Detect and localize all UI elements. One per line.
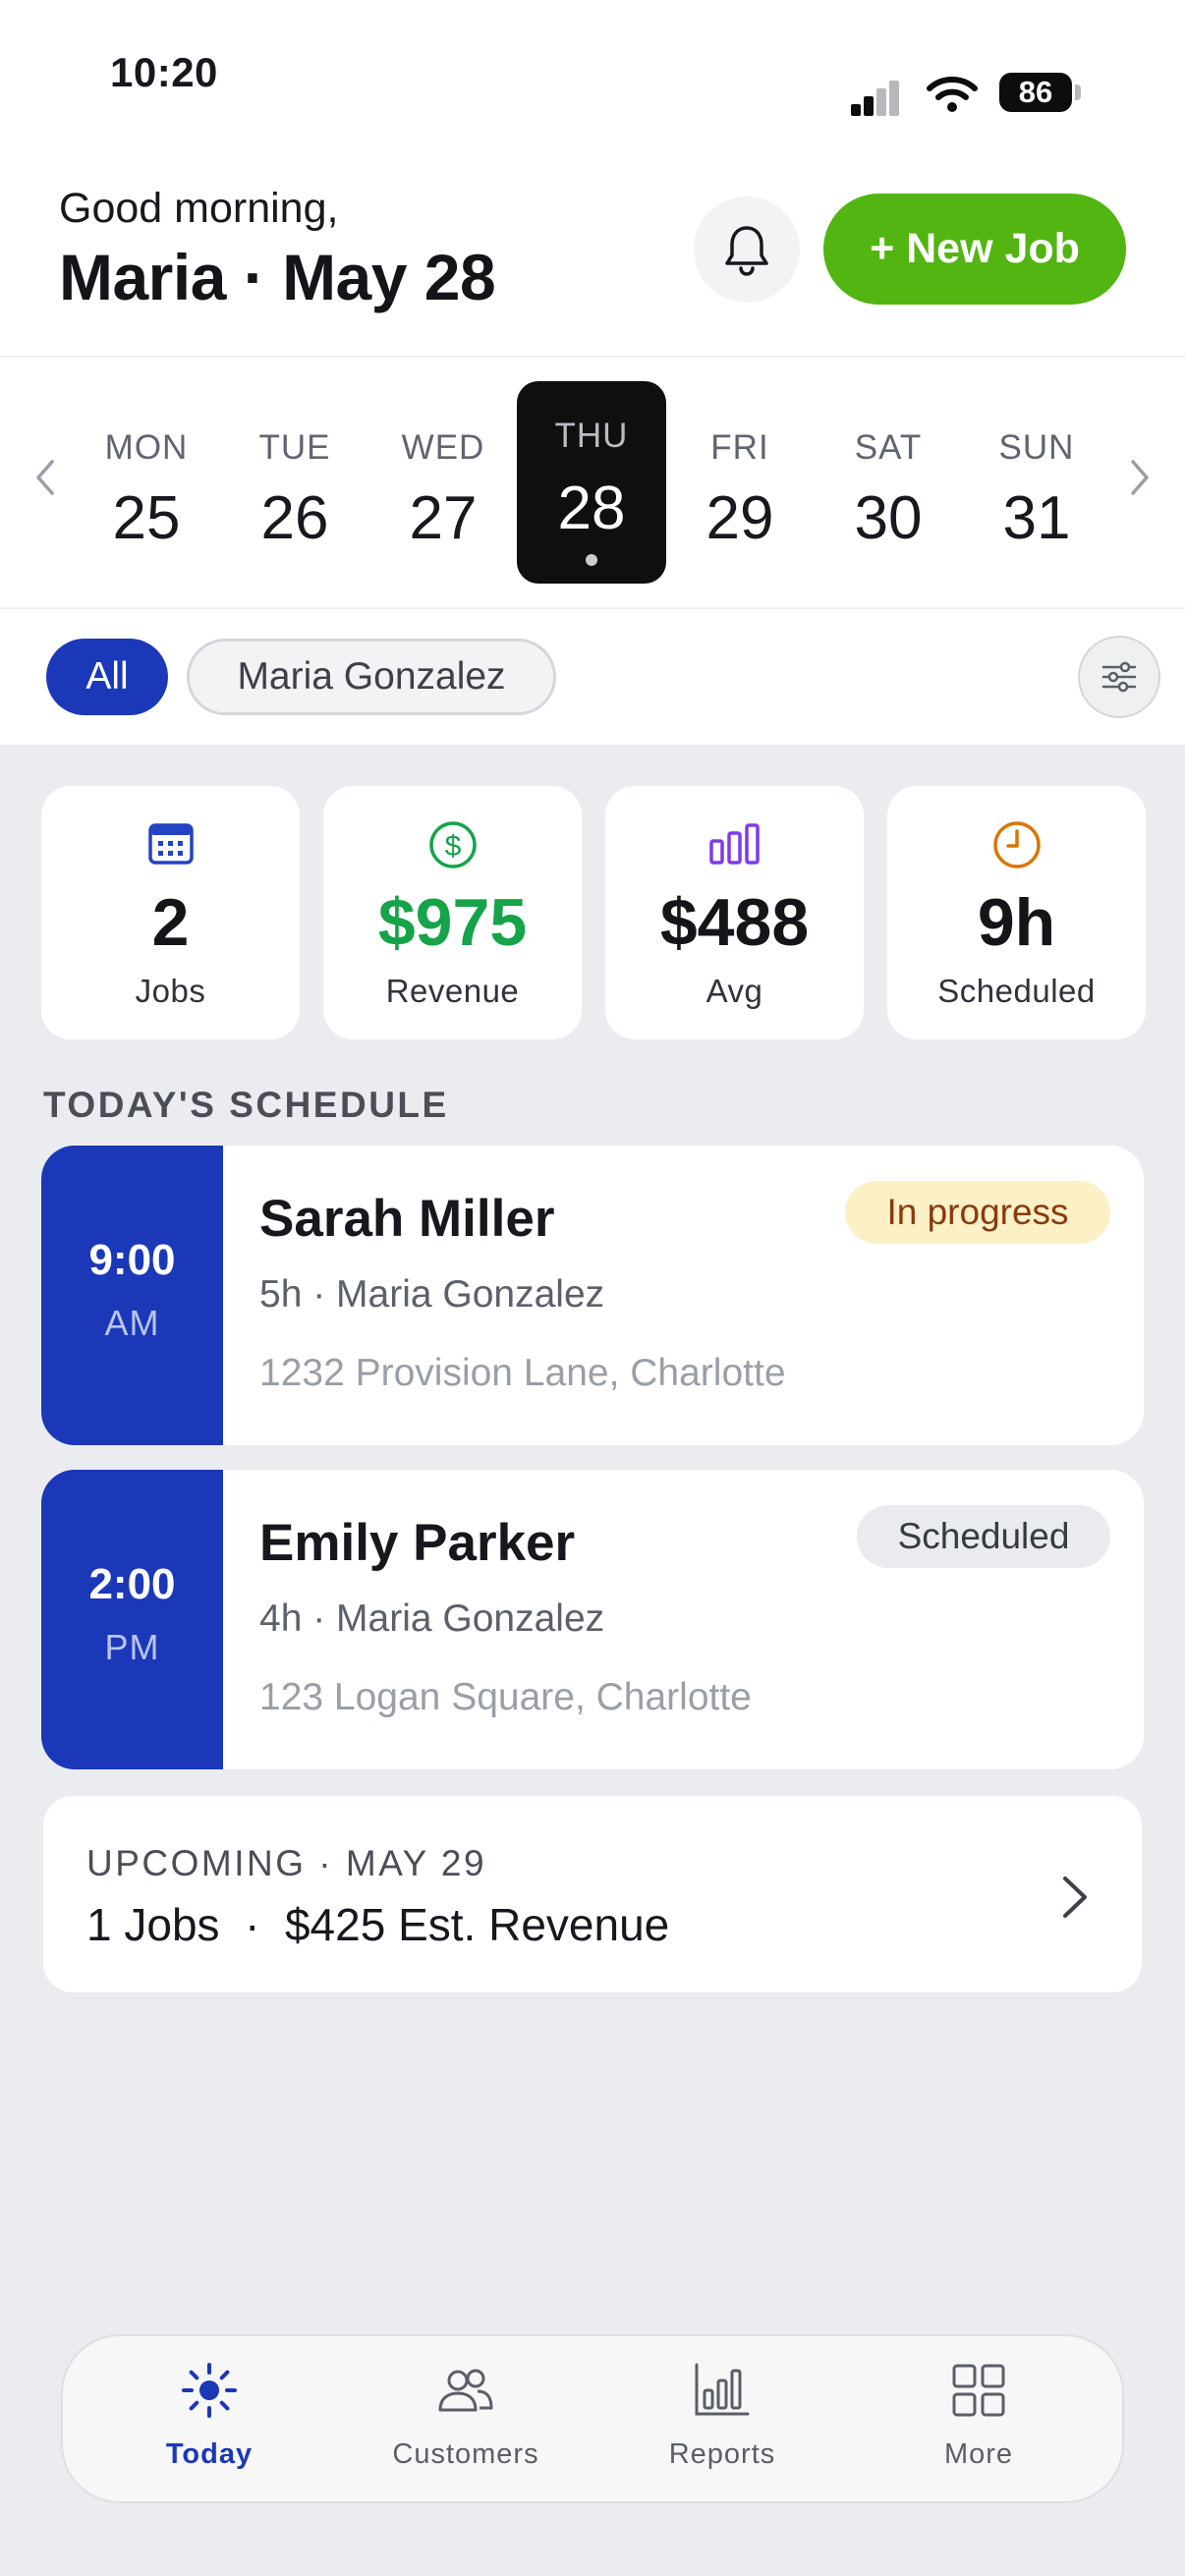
tab-more[interactable]: More: [866, 2336, 1092, 2501]
job-time: 9:00: [88, 1236, 176, 1284]
job-customer-name: Emily Parker: [259, 1514, 576, 1572]
job-address: 1232 Provision Lane, Charlotte: [259, 1352, 786, 1394]
filter-settings-button[interactable]: [1078, 636, 1160, 718]
day-sun[interactable]: SUN 31: [962, 381, 1111, 584]
status-badge: Scheduled: [857, 1505, 1110, 1568]
signal-icon: [847, 73, 899, 116]
chevron-right-icon: [1063, 1876, 1087, 1918]
day-label: FRI: [710, 428, 769, 467]
clock-icon: [992, 821, 1041, 868]
sun-icon: [182, 2363, 237, 2418]
day-number: 25: [112, 484, 181, 552]
stat-value: $975: [377, 885, 528, 960]
stat-label: Revenue: [385, 973, 520, 1009]
stat-value: 2: [151, 885, 190, 960]
bar-chart-icon: [708, 823, 760, 865]
job-ampm: PM: [104, 1627, 160, 1667]
page-title: Maria · May 28: [59, 241, 496, 313]
stat-label: Avg: [705, 973, 763, 1009]
new-job-button[interactable]: + New Job: [823, 194, 1126, 305]
stat-card-scheduled[interactable]: 9h Scheduled: [887, 786, 1146, 1039]
day-label: SUN: [998, 428, 1075, 467]
bar-chart-icon: [695, 2363, 750, 2416]
dollar-icon: $: [428, 821, 477, 868]
wifi-icon: [927, 77, 978, 112]
filter-chip-person[interactable]: Maria Gonzalez: [187, 639, 556, 715]
tab-customers[interactable]: Customers: [353, 2336, 579, 2501]
tab-label: Customers: [392, 2438, 539, 2470]
today-dot: [586, 554, 597, 566]
job-time: 2:00: [88, 1560, 176, 1608]
schedule-section-title: TODAY'S SCHEDULE: [43, 1085, 449, 1125]
job-time-block: 9:00 AM: [41, 1146, 223, 1445]
day-number: 26: [260, 484, 329, 552]
status-badge: In progress: [845, 1181, 1110, 1244]
job-ampm: AM: [104, 1303, 160, 1343]
day-mon[interactable]: MON 25: [72, 381, 221, 584]
day-number: 28: [557, 475, 626, 542]
tab-label: Today: [165, 2438, 254, 2470]
tab-today[interactable]: Today: [96, 2336, 322, 2501]
stat-label: Jobs: [135, 973, 206, 1009]
job-details: 4h · Maria Gonzalez: [259, 1597, 605, 1640]
stat-label: Scheduled: [937, 973, 1096, 1009]
day-thu-selected[interactable]: THU 28: [517, 381, 666, 584]
day-wed[interactable]: WED 27: [368, 381, 518, 584]
tab-bar: Today Customers Reports More: [61, 2334, 1124, 2503]
svg-text:$: $: [444, 830, 461, 863]
bell-icon: [725, 226, 768, 276]
day-label: TUE: [258, 428, 331, 467]
job-card[interactable]: 2:00 PM Emily Parker Scheduled 4h · Mari…: [41, 1470, 1144, 1769]
tab-reports[interactable]: Reports: [609, 2336, 835, 2501]
people-icon: [438, 2369, 493, 2412]
filter-chip-all[interactable]: All: [46, 639, 168, 715]
job-address: 123 Logan Square, Charlotte: [259, 1676, 752, 1718]
next-week-button[interactable]: [1120, 458, 1159, 497]
battery-nub: [1075, 84, 1081, 100]
upcoming-summary: 1 Jobs · $425 Est. Revenue: [86, 1899, 670, 1950]
day-fri[interactable]: FRI 29: [665, 381, 815, 584]
day-label: MON: [104, 428, 189, 467]
tab-label: Reports: [668, 2438, 776, 2470]
calendar-icon: [147, 823, 194, 865]
stat-card-average[interactable]: $488 Avg: [605, 786, 864, 1039]
day-number: 30: [854, 484, 923, 552]
stat-card-revenue[interactable]: $ $975 Revenue: [323, 786, 582, 1039]
job-customer-name: Sarah Miller: [259, 1190, 555, 1248]
upcoming-card[interactable]: UPCOMING · MAY 29 1 Jobs · $425 Est. Rev…: [43, 1796, 1142, 1992]
stat-value: $488: [659, 885, 810, 960]
day-number: 27: [409, 484, 478, 552]
upcoming-label: UPCOMING · MAY 29: [86, 1843, 487, 1883]
day-sat[interactable]: SAT 30: [814, 381, 963, 584]
job-details: 5h · Maria Gonzalez: [259, 1273, 605, 1316]
grid-icon: [952, 2364, 1005, 2417]
day-number: 31: [1002, 484, 1071, 552]
status-time: 10:20: [110, 49, 218, 95]
day-number: 29: [705, 484, 774, 552]
chevron-left-icon: [36, 460, 54, 495]
tab-label: More: [943, 2438, 1014, 2470]
top-panel: [0, 0, 1185, 745]
header-divider: [0, 356, 1185, 358]
job-time-block: 2:00 PM: [41, 1470, 223, 1769]
sliders-icon: [1101, 661, 1137, 693]
battery-icon: 86: [999, 73, 1072, 112]
day-label: WED: [401, 428, 485, 467]
job-card[interactable]: 9:00 AM Sarah Miller In progress 5h · Ma…: [41, 1146, 1144, 1445]
week-divider: [0, 607, 1185, 609]
day-tue[interactable]: TUE 26: [220, 381, 369, 584]
prev-week-button[interactable]: [26, 458, 65, 497]
greeting-text: Good morning,: [59, 185, 339, 232]
stat-card-jobs[interactable]: 2 Jobs: [41, 786, 300, 1039]
stat-value: 9h: [977, 885, 1056, 960]
day-label: SAT: [854, 428, 923, 467]
notifications-button[interactable]: [694, 196, 800, 303]
day-label: THU: [554, 417, 629, 455]
chevron-right-icon: [1131, 460, 1149, 495]
